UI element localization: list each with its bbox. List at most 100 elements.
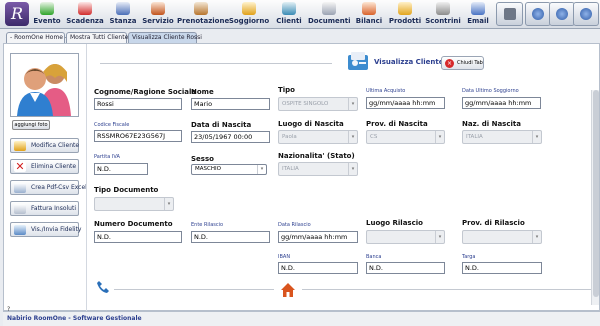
codice-fiscale-field[interactable]: RSSMRO67E23G567J <box>94 130 182 142</box>
banca-label: Banca <box>366 254 382 260</box>
chevron-down-icon: ▾ <box>257 165 266 174</box>
tab-home[interactable]: - RoomOne Home - <box>6 32 67 43</box>
chevron-down-icon: ▾ <box>348 163 357 175</box>
printer-icon <box>503 8 516 20</box>
delete-client-button[interactable]: ✕ Elimina Cliente <box>10 159 79 174</box>
invoice-icon <box>14 204 26 214</box>
app-logo[interactable]: R <box>5 2 29 26</box>
ente-rilascio-label: Ente Rilascio <box>191 222 224 228</box>
tab-visualizza-cliente[interactable]: Visualizza Cliente Rossi <box>128 32 202 43</box>
naz-nascita-select[interactable]: ITALIA ▾ <box>462 130 542 144</box>
ultima-acquisto-field[interactable]: gg/mm/aaaa hh:mm <box>366 97 445 109</box>
sesso-label: Sesso <box>191 155 214 163</box>
prov-nascita-select[interactable]: CS ▾ <box>366 130 445 144</box>
toolbar-documenti[interactable]: Documenti <box>308 1 351 28</box>
add-photo-button[interactable]: aggiungi foto <box>12 120 50 130</box>
toolbar-email[interactable]: Email <box>465 1 491 28</box>
chevron-down-icon: ▾ <box>532 231 541 243</box>
chevron-down-icon: ▾ <box>348 98 357 110</box>
cognome-field[interactable]: Rossi <box>94 98 182 110</box>
toolbar-prodotti[interactable]: Prodotti <box>388 1 422 28</box>
settings-button[interactable] <box>525 2 551 26</box>
data-ultimo-soggiorno-field[interactable]: gg/mm/aaaa hh:mm <box>462 97 541 109</box>
data-rilascio-label: Data Rilascio <box>278 222 311 228</box>
prov-nascita-label: Prov. di Nascita <box>366 120 428 128</box>
edit-icon <box>14 141 26 151</box>
minimize-button[interactable] <box>549 2 575 26</box>
ultima-acquisto-label: Ultima Acquisto <box>366 88 406 94</box>
documents-icon <box>322 2 336 15</box>
calendar-plus-icon <box>40 2 54 15</box>
toolbar-servizio[interactable]: Servizio <box>142 1 174 28</box>
chevron-down-icon: ▾ <box>435 231 444 243</box>
status-bar: ? Nabirio RoomOne - Software Gestionale <box>3 306 600 326</box>
banca-field[interactable]: N.D. <box>366 262 445 274</box>
chevron-down-icon: ▾ <box>435 131 444 143</box>
partita-iva-label: Partita IVA <box>94 154 120 160</box>
minimize-icon <box>556 8 568 20</box>
delete-x-icon: ✕ <box>14 160 26 173</box>
header-divider <box>100 63 332 64</box>
targa-label: Targa <box>462 254 476 260</box>
export-pdf-csv-button[interactable]: Crea Pdf-Csv Excel <box>10 180 87 195</box>
data-nascita-field[interactable]: 23/05/1967 00:00 <box>191 131 270 143</box>
iban-field[interactable]: N.D. <box>278 262 358 274</box>
nome-label: Nome <box>191 88 214 96</box>
toolbar-scadenza[interactable]: Scadenza <box>66 1 104 28</box>
tipo-documento-label: Tipo Documento <box>94 186 159 194</box>
toolbar-soggiorno[interactable]: Soggiorno <box>228 1 270 28</box>
exit-button[interactable] <box>573 2 599 26</box>
luogo-rilascio-select[interactable]: ▾ <box>366 230 445 244</box>
sesso-select[interactable]: MASCHIO ▾ <box>191 164 267 175</box>
products-icon <box>398 2 412 15</box>
booking-icon <box>194 2 208 15</box>
nome-field[interactable]: Mario <box>191 98 270 110</box>
luogo-nascita-label: Luogo di Nascita <box>278 120 344 128</box>
page-title: Visualizza Cliente <box>374 58 444 66</box>
targa-field[interactable]: N.D. <box>462 262 542 274</box>
toolbar-clienti[interactable]: Clienti <box>274 1 304 28</box>
room-icon <box>116 2 130 15</box>
partita-iva-field[interactable]: N.D. <box>94 163 148 175</box>
footer-text: Nabirio RoomOne - Software Gestionale <box>7 315 142 322</box>
tipo-select[interactable]: OSPITE SINGOLO ▾ <box>278 97 358 111</box>
scrollbar-thumb[interactable] <box>593 90 599 297</box>
tab-bar: - RoomOne Home - Mostra Tutti Cliente Vi… <box>0 31 600 43</box>
close-tab-button[interactable]: × Chiudi Tab <box>441 56 484 70</box>
client-card-icon <box>346 50 370 72</box>
email-icon <box>471 2 485 15</box>
edit-client-button[interactable]: Modifica Cliente <box>10 138 79 153</box>
toolbar-evento[interactable]: Evento <box>32 1 62 28</box>
data-nascita-label: Data di Nascita <box>191 121 252 129</box>
nazionalita-label: Nazionalita' (Stato) <box>278 152 355 160</box>
stay-icon <box>242 2 256 15</box>
toolbar-stanza[interactable]: Stanza <box>108 1 138 28</box>
fidelity-button[interactable]: Vis./Invia Fidelity <box>10 222 82 237</box>
tipo-label: Tipo <box>278 86 295 94</box>
toolbar-prenotazione[interactable]: Prenotazione <box>177 1 229 28</box>
tipo-documento-select[interactable]: ▾ <box>94 197 174 211</box>
nazionalita-select[interactable]: ITALIA ▾ <box>278 162 358 176</box>
chevron-down-icon: ▾ <box>164 198 173 210</box>
data-rilascio-field[interactable]: gg/mm/aaaa hh:mm <box>278 231 358 243</box>
tab-mostra-tutti-cliente[interactable]: Mostra Tutti Cliente <box>66 32 128 43</box>
sidebar-divider <box>86 44 87 312</box>
cognome-label: Cognome/Ragione Sociale <box>94 88 197 96</box>
numero-documento-field[interactable]: N.D. <box>94 231 182 243</box>
help-marker[interactable]: ? <box>7 306 10 313</box>
printer-button[interactable] <box>496 2 523 26</box>
vertical-scrollbar[interactable] <box>591 90 599 305</box>
codice-fiscale-label: Codice Fiscale <box>94 122 130 128</box>
prov-rilascio-select[interactable]: ▾ <box>462 230 542 244</box>
toolbar-scontrini[interactable]: Scontrini <box>425 1 461 28</box>
data-ultimo-soggiorno-label: Data Ultimo Soggiorno <box>462 88 519 94</box>
contacts-divider <box>114 289 274 290</box>
iban-label: IBAN <box>278 254 291 260</box>
app-window: R Evento Scadenza Stanza Servizio Prenot… <box>0 0 600 326</box>
main-toolbar: R Evento Scadenza Stanza Servizio Prenot… <box>0 0 600 29</box>
toolbar-bilanci[interactable]: Bilanci <box>354 1 384 28</box>
luogo-nascita-select[interactable]: Paola ▾ <box>278 130 358 144</box>
address-divider <box>302 289 592 290</box>
ente-rilascio-field[interactable]: N.D. <box>191 231 270 243</box>
unpaid-invoice-button[interactable]: Fattura Insoluti <box>10 201 79 216</box>
